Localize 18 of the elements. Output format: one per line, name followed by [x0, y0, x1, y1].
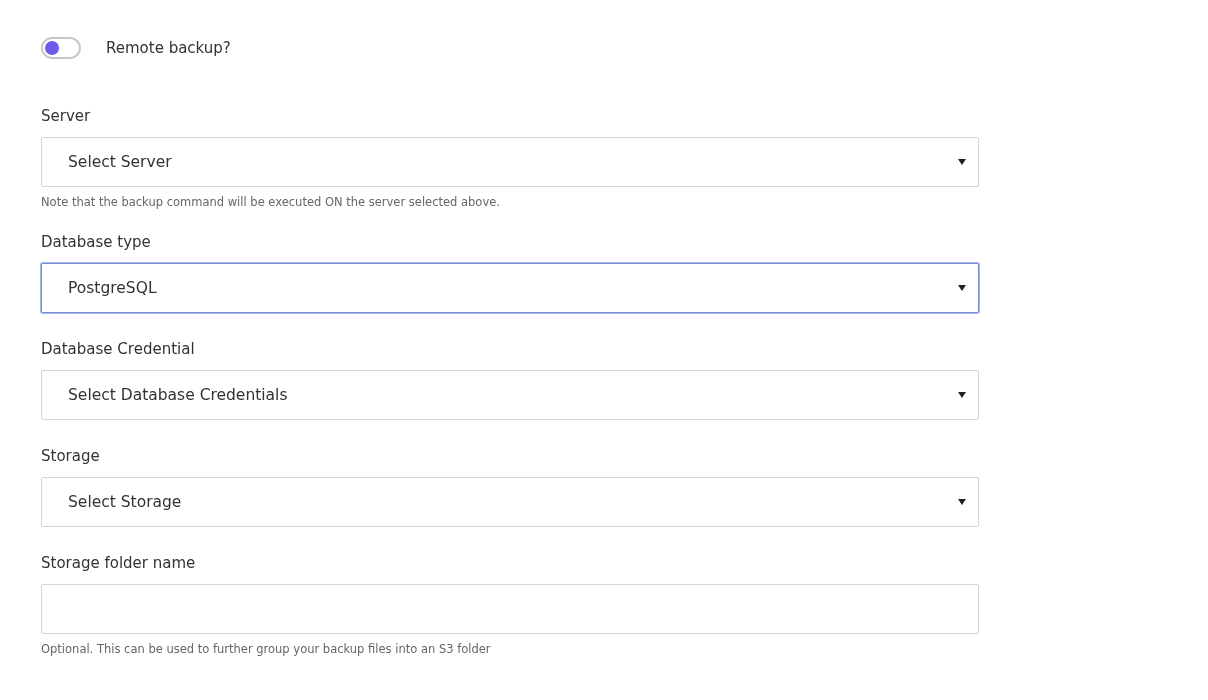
select-field[interactable]: Select Database Credentials	[41, 369, 979, 420]
field-label: Database Credential	[41, 339, 195, 358]
select-field[interactable]: Select Server	[41, 137, 979, 187]
field-label: Server	[41, 107, 91, 125]
field-label: Database type	[41, 232, 151, 251]
toggle-label: Remote backup?	[106, 39, 231, 57]
caret-icon	[958, 284, 966, 291]
caret-icon	[958, 391, 966, 398]
select-field[interactable]: PostgreSQL	[41, 262, 979, 313]
input-field[interactable]	[41, 583, 979, 634]
help-text: Note that the backup command will be executed ON the server selected above.	[41, 196, 500, 210]
help-text: Optional. This can be used to further group your backup files into an S3 folder	[41, 642, 491, 657]
field-label: Storage folder name	[41, 553, 196, 572]
caret-icon	[958, 498, 966, 505]
field-label: Storage	[41, 446, 100, 465]
select-field[interactable]: Select Storage	[41, 476, 979, 527]
toggle-switch[interactable]	[41, 37, 81, 59]
caret-icon	[958, 159, 966, 165]
